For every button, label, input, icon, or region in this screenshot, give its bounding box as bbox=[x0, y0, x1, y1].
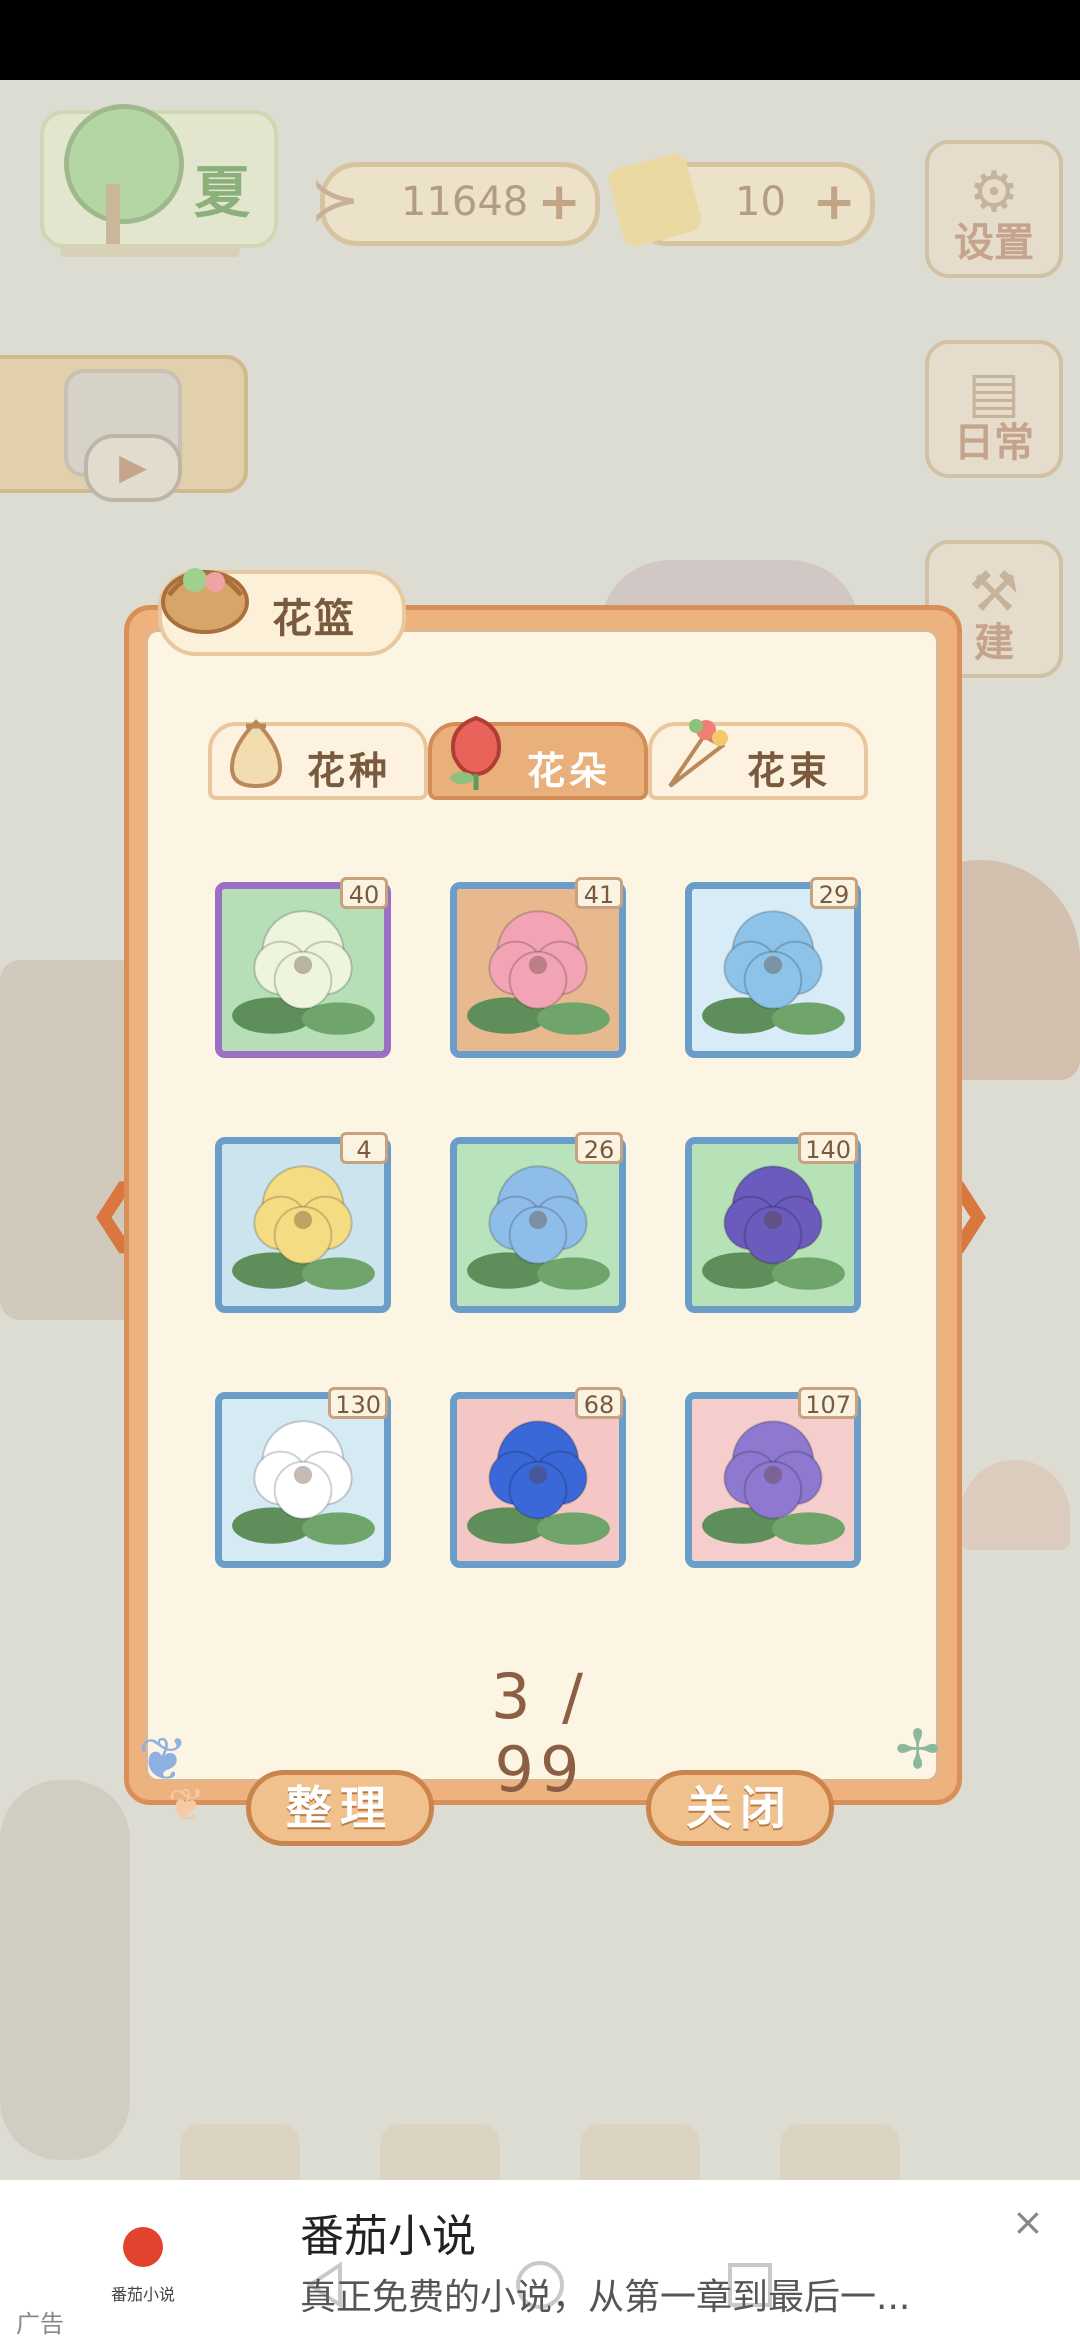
back-icon bbox=[306, 2261, 342, 2309]
tab-seeds[interactable]: 花种 bbox=[208, 719, 428, 800]
season-progress-bar bbox=[60, 245, 240, 257]
ad-close-icon[interactable]: × bbox=[1012, 2200, 1044, 2244]
ad-app-logo[interactable]: 番茄小说 bbox=[95, 2215, 191, 2311]
season-indicator[interactable]: 夏 bbox=[40, 104, 278, 248]
flower-count-badge: 41 bbox=[575, 877, 623, 909]
fish-count: 11648 bbox=[401, 179, 529, 225]
flower-grid: 40 41 29 4 26 140 130 68 107 bbox=[215, 877, 865, 1572]
flower-slot-background bbox=[692, 1144, 854, 1306]
tab-flowers[interactable]: 花朵 bbox=[428, 715, 648, 800]
flower-count-badge: 29 bbox=[810, 877, 858, 909]
season-label: 夏 bbox=[194, 161, 250, 226]
blue-peony-flower-icon bbox=[467, 1420, 610, 1545]
settings-button[interactable]: ⚙ 设置 bbox=[925, 140, 1063, 278]
flower-slot-background bbox=[692, 889, 854, 1051]
flower-slot-hyacinth[interactable]: 140 bbox=[685, 1132, 861, 1313]
white-narcissus-flower-icon bbox=[232, 1420, 375, 1545]
flower-slot-background bbox=[222, 889, 384, 1051]
tree-trunk bbox=[106, 184, 120, 244]
morning-glory-flower-icon bbox=[467, 1165, 610, 1290]
basket-icon bbox=[161, 568, 249, 634]
iris-flower-icon bbox=[702, 1420, 845, 1545]
yellow-flower-flower-icon bbox=[232, 1165, 375, 1290]
flower-center bbox=[293, 955, 313, 975]
flower-slot-blue-bud[interactable]: 29 bbox=[685, 877, 861, 1058]
ad-logo-caption: 番茄小说 bbox=[110, 2285, 175, 2304]
flower-slot-background bbox=[222, 1399, 384, 1561]
flower-center bbox=[763, 1210, 783, 1230]
close-button[interactable]: 关闭 bbox=[646, 1770, 834, 1846]
blue-bud-flower-icon bbox=[702, 910, 845, 1035]
flower-center bbox=[763, 955, 783, 975]
daily-button[interactable]: ▤ 日常 bbox=[925, 340, 1063, 478]
flower-slot-white-peony[interactable]: 40 bbox=[215, 877, 391, 1058]
cheese-count: 10 bbox=[735, 179, 786, 225]
flower-slot-pink-peony[interactable]: 41 bbox=[450, 877, 626, 1058]
flower-center bbox=[293, 1210, 313, 1230]
daily-label: 日常 bbox=[954, 420, 1034, 466]
status-bar bbox=[0, 0, 1080, 80]
dialog-title: 花篮 bbox=[272, 596, 356, 642]
flower-center bbox=[763, 1465, 783, 1485]
flower-slot-background bbox=[692, 1399, 854, 1561]
flower-center bbox=[293, 1465, 313, 1485]
flower-slot-iris[interactable]: 107 bbox=[685, 1387, 861, 1568]
fish-icon: ≻ bbox=[310, 165, 361, 235]
hyacinth-flower-icon bbox=[702, 1165, 845, 1290]
flower-slot-background bbox=[457, 1399, 619, 1561]
add-fish-button[interactable]: + bbox=[537, 175, 581, 229]
add-cheese-button[interactable]: + bbox=[812, 175, 856, 229]
flower-slot-background bbox=[457, 889, 619, 1051]
flower-count-badge: 4 bbox=[340, 1132, 388, 1164]
flower-slot-morning-glory[interactable]: 26 bbox=[450, 1132, 626, 1313]
flower-center bbox=[528, 955, 548, 975]
flower-count-badge: 140 bbox=[798, 1132, 858, 1164]
home-icon bbox=[516, 2261, 564, 2309]
system-nav-overlay bbox=[306, 2261, 772, 2309]
tomato-icon bbox=[123, 2227, 163, 2267]
pink-peony-flower-icon bbox=[467, 910, 610, 1035]
tab-seeds-label: 花种 bbox=[307, 749, 392, 793]
settings-label: 设置 bbox=[954, 220, 1034, 266]
flower-count-badge: 107 bbox=[798, 1387, 858, 1419]
flower-count-badge: 26 bbox=[575, 1132, 623, 1164]
tab-flowers-label: 花朵 bbox=[527, 749, 612, 793]
category-tabs: 花种 花朵 花束 bbox=[208, 715, 870, 804]
dragonfly-icon: ✢ bbox=[895, 1718, 941, 1781]
flower-center bbox=[528, 1210, 548, 1230]
tree-icon bbox=[64, 104, 184, 224]
flower-slot-background bbox=[457, 1144, 619, 1306]
play-icon: ▶ bbox=[84, 434, 182, 502]
flower-slot-yellow-flower[interactable]: 4 bbox=[215, 1132, 391, 1313]
sort-button[interactable]: 整理 bbox=[246, 1770, 434, 1846]
video-reward-button[interactable]: ▶ bbox=[0, 355, 248, 502]
rose-icon bbox=[450, 715, 501, 790]
white-peony-flower-icon bbox=[232, 910, 375, 1035]
flower-slot-blue-peony[interactable]: 68 bbox=[450, 1387, 626, 1568]
bouquet-icon bbox=[668, 719, 728, 788]
flower-count-badge: 130 bbox=[328, 1387, 388, 1419]
flower-center bbox=[528, 1465, 548, 1485]
page-counter: 3 / 99 bbox=[490, 1660, 590, 1806]
flower-count-badge: 40 bbox=[340, 877, 388, 909]
ad-tag: 广告 bbox=[16, 2310, 64, 2338]
tab-bouquets-label: 花束 bbox=[747, 749, 832, 793]
bottom-nav-dimmed bbox=[0, 2110, 1080, 2194]
tab-bouquets[interactable]: 花束 bbox=[648, 719, 868, 800]
butterfly-small-icon: ❦ bbox=[168, 1780, 205, 1831]
flower-count-badge: 68 bbox=[575, 1387, 623, 1419]
flower-slot-background bbox=[222, 1144, 384, 1306]
recents-icon bbox=[728, 2263, 772, 2307]
flower-slot-white-narcissus[interactable]: 130 bbox=[215, 1387, 391, 1568]
seed-bag-icon bbox=[229, 719, 283, 789]
